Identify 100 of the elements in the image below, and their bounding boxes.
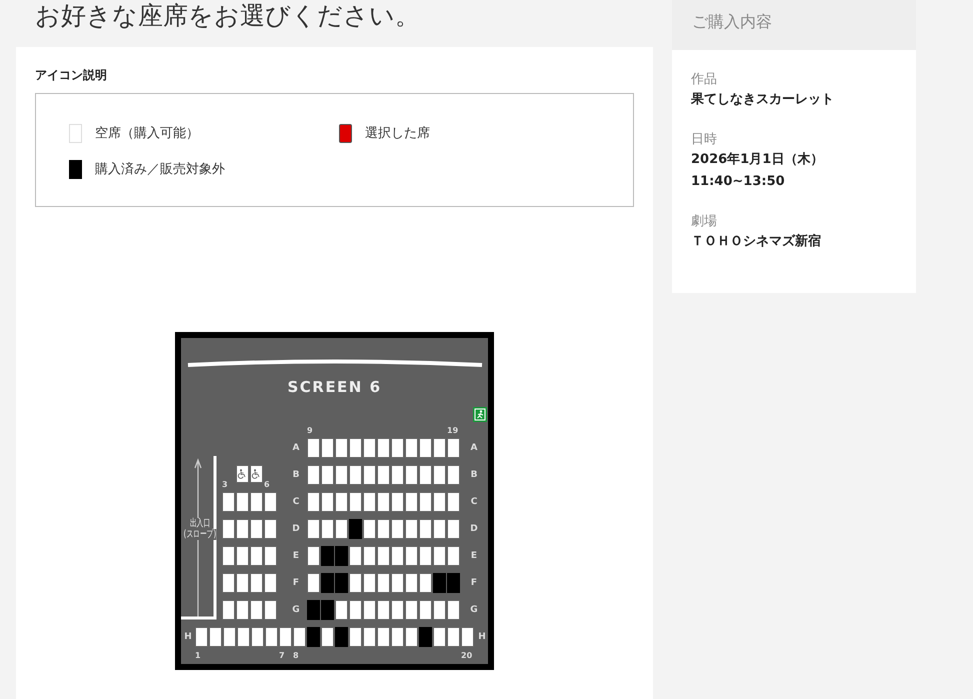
- seat[interactable]: [250, 519, 262, 539]
- seat[interactable]: [349, 627, 362, 647]
- seat[interactable]: [433, 519, 446, 539]
- seat[interactable]: [447, 627, 460, 647]
- seat[interactable]: [447, 438, 460, 458]
- seat[interactable]: [363, 627, 376, 647]
- seat[interactable]: [405, 492, 418, 512]
- seat[interactable]: [363, 600, 376, 620]
- seat[interactable]: [391, 438, 404, 458]
- seat[interactable]: [461, 627, 474, 647]
- seat[interactable]: [447, 600, 460, 620]
- seat[interactable]: [405, 600, 418, 620]
- seat[interactable]: [419, 519, 432, 539]
- seat[interactable]: [391, 492, 404, 512]
- seat[interactable]: [363, 492, 376, 512]
- seat[interactable]: [447, 492, 460, 512]
- seat[interactable]: [335, 465, 348, 485]
- seat[interactable]: [447, 546, 460, 566]
- seat[interactable]: [363, 465, 376, 485]
- seat[interactable]: [433, 465, 446, 485]
- seat[interactable]: [237, 627, 250, 647]
- seat[interactable]: [377, 465, 390, 485]
- seat[interactable]: [405, 519, 418, 539]
- seat[interactable]: [236, 492, 248, 512]
- seat[interactable]: [405, 465, 418, 485]
- seat[interactable]: [264, 573, 276, 593]
- seat[interactable]: [419, 492, 432, 512]
- seat[interactable]: [335, 600, 348, 620]
- seat[interactable]: [405, 438, 418, 458]
- seat[interactable]: [447, 465, 460, 485]
- seat[interactable]: [222, 573, 234, 593]
- seat[interactable]: [222, 492, 234, 512]
- seat[interactable]: [307, 438, 320, 458]
- seat[interactable]: [433, 546, 446, 566]
- seat[interactable]: [321, 438, 334, 458]
- seat[interactable]: [250, 492, 262, 512]
- seat[interactable]: [222, 600, 234, 620]
- seat[interactable]: [391, 627, 404, 647]
- seat[interactable]: [321, 519, 334, 539]
- seat[interactable]: [236, 519, 248, 539]
- seat[interactable]: [250, 573, 262, 593]
- seat[interactable]: [349, 438, 362, 458]
- seat[interactable]: [377, 573, 390, 593]
- seat[interactable]: [377, 438, 390, 458]
- seat[interactable]: [222, 519, 234, 539]
- seat[interactable]: [307, 492, 320, 512]
- seat[interactable]: [307, 519, 320, 539]
- seat[interactable]: [405, 573, 418, 593]
- seat[interactable]: [377, 519, 390, 539]
- seat[interactable]: [363, 573, 376, 593]
- seat[interactable]: [279, 627, 292, 647]
- seat[interactable]: [433, 492, 446, 512]
- seat[interactable]: [264, 600, 276, 620]
- seat[interactable]: [419, 438, 432, 458]
- seat[interactable]: [250, 546, 262, 566]
- seat[interactable]: [236, 573, 248, 593]
- seat[interactable]: [307, 546, 320, 566]
- seat[interactable]: [335, 492, 348, 512]
- seat[interactable]: [405, 546, 418, 566]
- wheelchair-seat[interactable]: [250, 465, 262, 483]
- seat[interactable]: [349, 546, 362, 566]
- seat[interactable]: [405, 627, 418, 647]
- seat[interactable]: [419, 573, 432, 593]
- seat[interactable]: [447, 519, 460, 539]
- seat[interactable]: [222, 546, 234, 566]
- seat[interactable]: [321, 465, 334, 485]
- seat[interactable]: [349, 573, 362, 593]
- seat[interactable]: [250, 600, 262, 620]
- seat[interactable]: [377, 546, 390, 566]
- seat[interactable]: [391, 546, 404, 566]
- seat[interactable]: [335, 519, 348, 539]
- seat[interactable]: [419, 600, 432, 620]
- seat[interactable]: [349, 465, 362, 485]
- seat[interactable]: [307, 465, 320, 485]
- seat[interactable]: [363, 546, 376, 566]
- seat[interactable]: [321, 627, 334, 647]
- seat[interactable]: [321, 492, 334, 512]
- seat[interactable]: [349, 492, 362, 512]
- seat[interactable]: [377, 492, 390, 512]
- seat[interactable]: [209, 627, 222, 647]
- seat[interactable]: [195, 627, 208, 647]
- seat[interactable]: [391, 465, 404, 485]
- seat[interactable]: [433, 438, 446, 458]
- seat[interactable]: [377, 600, 390, 620]
- seat[interactable]: [236, 546, 248, 566]
- seat[interactable]: [293, 627, 306, 647]
- seat[interactable]: [223, 627, 236, 647]
- seat[interactable]: [265, 627, 278, 647]
- seat[interactable]: [349, 600, 362, 620]
- seat[interactable]: [433, 600, 446, 620]
- seat[interactable]: [391, 573, 404, 593]
- seat[interactable]: [391, 600, 404, 620]
- seat[interactable]: [363, 519, 376, 539]
- seat[interactable]: [433, 627, 446, 647]
- seat[interactable]: [264, 492, 276, 512]
- seat[interactable]: [419, 465, 432, 485]
- seat[interactable]: [335, 438, 348, 458]
- seat[interactable]: [377, 627, 390, 647]
- seat[interactable]: [391, 519, 404, 539]
- seat[interactable]: [307, 573, 320, 593]
